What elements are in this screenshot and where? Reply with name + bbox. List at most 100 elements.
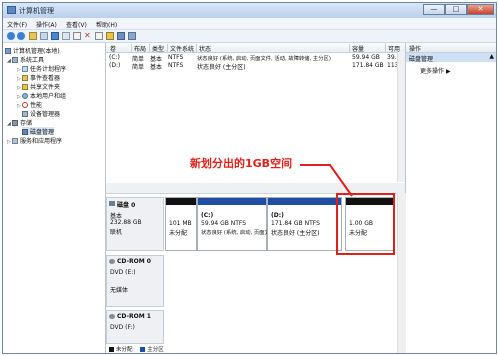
legend-unallocated: 未分配 xyxy=(116,347,133,353)
tree-item-task-scheduler[interactable]: ▷ 任务计划程序 xyxy=(17,64,67,73)
cdrom-0-row: CD-ROM 0 DVD (E:) 无媒体 xyxy=(106,255,397,307)
cell-volume: (D:) xyxy=(109,62,121,69)
computer-management-icon xyxy=(7,6,16,14)
cell-filesystem: NTFS xyxy=(168,62,184,69)
menu-view[interactable]: 查看(V) xyxy=(66,20,87,29)
delete-icon[interactable]: ✕ xyxy=(84,32,92,40)
view-icon[interactable] xyxy=(128,32,136,40)
cdrom-1-name: CD-ROM 1 xyxy=(117,313,151,320)
cdrom-0-empty xyxy=(165,255,395,307)
actions-disk-management[interactable]: 磁盘管理 ▲ xyxy=(406,53,496,63)
col-filesystem[interactable]: 文件系统 xyxy=(167,44,194,53)
actions-more-label: 更多操作 xyxy=(420,68,445,75)
col-capacity[interactable]: 容量 xyxy=(349,44,364,53)
title-bar[interactable]: 计算机管理 — □ ✕ xyxy=(3,3,496,18)
tree-item-local-users[interactable]: ▷ 本地用户和组 xyxy=(17,91,67,100)
disk-icon xyxy=(109,201,115,206)
help-icon[interactable] xyxy=(51,32,59,40)
col-volume[interactable]: 卷 xyxy=(108,44,116,53)
tree-item-performance[interactable]: ▷ 性能 xyxy=(17,100,43,109)
actions-pane: 操作 磁盘管理 ▲ 更多操作 ▶ xyxy=(405,43,496,353)
tree-disk-management-label: 磁盘管理 xyxy=(30,129,55,136)
table-row[interactable]: (C:) 简单 基本 NTFS 状态良好 (系统, 启动, 页面文件, 活动, … xyxy=(106,54,405,63)
partition-d[interactable]: (D:) 171.84 GB NTFS 状态良好 (主分区) xyxy=(267,197,342,251)
partition-size: 59.94 GB NTFS xyxy=(201,220,247,227)
cdrom-1-info[interactable]: CD-ROM 1 DVD (F:) xyxy=(106,310,164,344)
tree-event-viewer-label: 事件查看器 xyxy=(30,75,61,82)
menu-help[interactable]: 帮助(H) xyxy=(96,20,117,29)
disk-0-info[interactable]: 磁盘 0 基本 232.88 GB 联机 xyxy=(106,197,164,251)
device-manager-icon xyxy=(22,111,28,117)
collapse-arrow-icon[interactable]: ▲ xyxy=(489,53,494,60)
maximize-button[interactable]: □ xyxy=(445,4,467,15)
cell-volume: (C:) xyxy=(109,54,120,61)
open-folder-icon[interactable] xyxy=(106,32,114,40)
tree-item-disk-management[interactable]: 磁盘管理 xyxy=(22,127,55,136)
col-layout[interactable]: 布局 xyxy=(131,44,146,53)
storage-icon xyxy=(12,120,18,126)
partition-size: 171.84 GB NTFS xyxy=(271,220,320,227)
close-button[interactable]: ✕ xyxy=(467,4,494,15)
tree-root-label: 计算机管理(本地) xyxy=(13,48,60,55)
cell-status: 状态良好 (系统, 启动, 页面文件, 活动, 故障转储, 主分区) xyxy=(197,56,331,62)
shared-folder-icon xyxy=(22,84,28,90)
submenu-arrow-icon: ▶ xyxy=(446,68,451,75)
properties-icon[interactable] xyxy=(62,32,70,40)
menu-file[interactable]: 文件(F) xyxy=(7,20,27,29)
tree-item-device-manager[interactable]: 设备管理器 xyxy=(22,109,60,118)
col-free[interactable]: 可用 xyxy=(385,44,400,53)
disk-area-vertical-scrollbar[interactable] xyxy=(397,193,406,353)
disk-0-name: 磁盘 0 xyxy=(117,202,136,209)
tree-item-event-viewer[interactable]: ▷ 事件查看器 xyxy=(17,73,61,82)
actions-selected-label: 磁盘管理 xyxy=(409,56,434,63)
col-type[interactable]: 类型 xyxy=(149,44,164,53)
cell-capacity: 59.94 GB xyxy=(352,54,380,61)
tree-item-root[interactable]: 计算机管理(本地) xyxy=(5,46,60,55)
cell-capacity: 171.84 GB xyxy=(352,62,384,69)
tree-storage-label: 存储 xyxy=(20,120,33,127)
partition-label: (D:) xyxy=(271,212,284,219)
export-list-icon[interactable] xyxy=(73,32,81,40)
legend: 未分配 主分区 xyxy=(106,345,397,353)
tree-item-services[interactable]: ▷ 服务和应用程序 xyxy=(7,136,63,145)
cdrom-0-info[interactable]: CD-ROM 0 DVD (E:) 无媒体 xyxy=(106,255,164,307)
navigation-tree: 计算机管理(本地) ◢ 系统工具 ▷ 任务计划程序 ▷ 事件查看器 ▷ 共享文件夹 ▷ 本… xyxy=(3,43,106,353)
back-icon[interactable] xyxy=(7,32,15,40)
table-row[interactable]: (D:) 简单 基本 NTFS 状态良好 (主分区) 171.84 GB 113… xyxy=(106,62,405,71)
partition-c[interactable]: (C:) 59.94 GB NTFS 状态良好 (系统, 启动, 页面文件 xyxy=(197,197,275,251)
cdrom-1-type: DVD (F:) xyxy=(110,324,135,331)
disk-0-status: 联机 xyxy=(110,229,123,236)
partition-label: (C:) xyxy=(201,212,214,219)
annotation-text: 新划分出的1GB空间 xyxy=(190,157,293,170)
tree-item-storage[interactable]: ◢ 存储 xyxy=(7,118,33,127)
partition-unallocated-101mb[interactable]: 101 MB 未分配 xyxy=(165,197,197,251)
tree-item-system-tools[interactable]: ◢ 系统工具 xyxy=(7,55,44,64)
menu-action[interactable]: 操作(A) xyxy=(36,20,57,29)
tools-icon xyxy=(12,57,18,63)
disk-icon[interactable] xyxy=(117,32,125,40)
actions-header-label: 操作 xyxy=(409,46,422,53)
actions-more[interactable]: 更多操作 ▶ xyxy=(420,66,451,75)
disk-0-size: 232.88 GB xyxy=(110,219,142,226)
col-status[interactable]: 状态 xyxy=(196,44,211,53)
document-icon[interactable] xyxy=(95,32,103,40)
performance-icon xyxy=(22,102,28,108)
window-title: 计算机管理 xyxy=(19,7,54,15)
cell-type: 基本 xyxy=(150,64,163,71)
primary-bar xyxy=(268,198,341,205)
forward-icon[interactable] xyxy=(17,32,25,40)
primary-swatch xyxy=(140,347,146,352)
cdrom-0-type: DVD (E:) xyxy=(110,269,136,276)
tree-local-users-label: 本地用户和组 xyxy=(30,93,67,100)
tree-services-label: 服务和应用程序 xyxy=(20,138,63,145)
tree-task-scheduler-label: 任务计划程序 xyxy=(30,66,67,73)
minimize-button[interactable]: — xyxy=(423,4,445,15)
show-hide-tree-icon[interactable] xyxy=(40,32,48,40)
tree-performance-label: 性能 xyxy=(30,102,43,109)
cdrom-icon xyxy=(109,259,115,264)
tree-item-shared-folders[interactable]: ▷ 共享文件夹 xyxy=(17,82,60,91)
up-folder-icon[interactable] xyxy=(29,32,37,40)
unallocated-swatch xyxy=(109,347,114,352)
unallocated-bar xyxy=(166,198,196,205)
cell-layout: 简单 xyxy=(132,64,145,71)
